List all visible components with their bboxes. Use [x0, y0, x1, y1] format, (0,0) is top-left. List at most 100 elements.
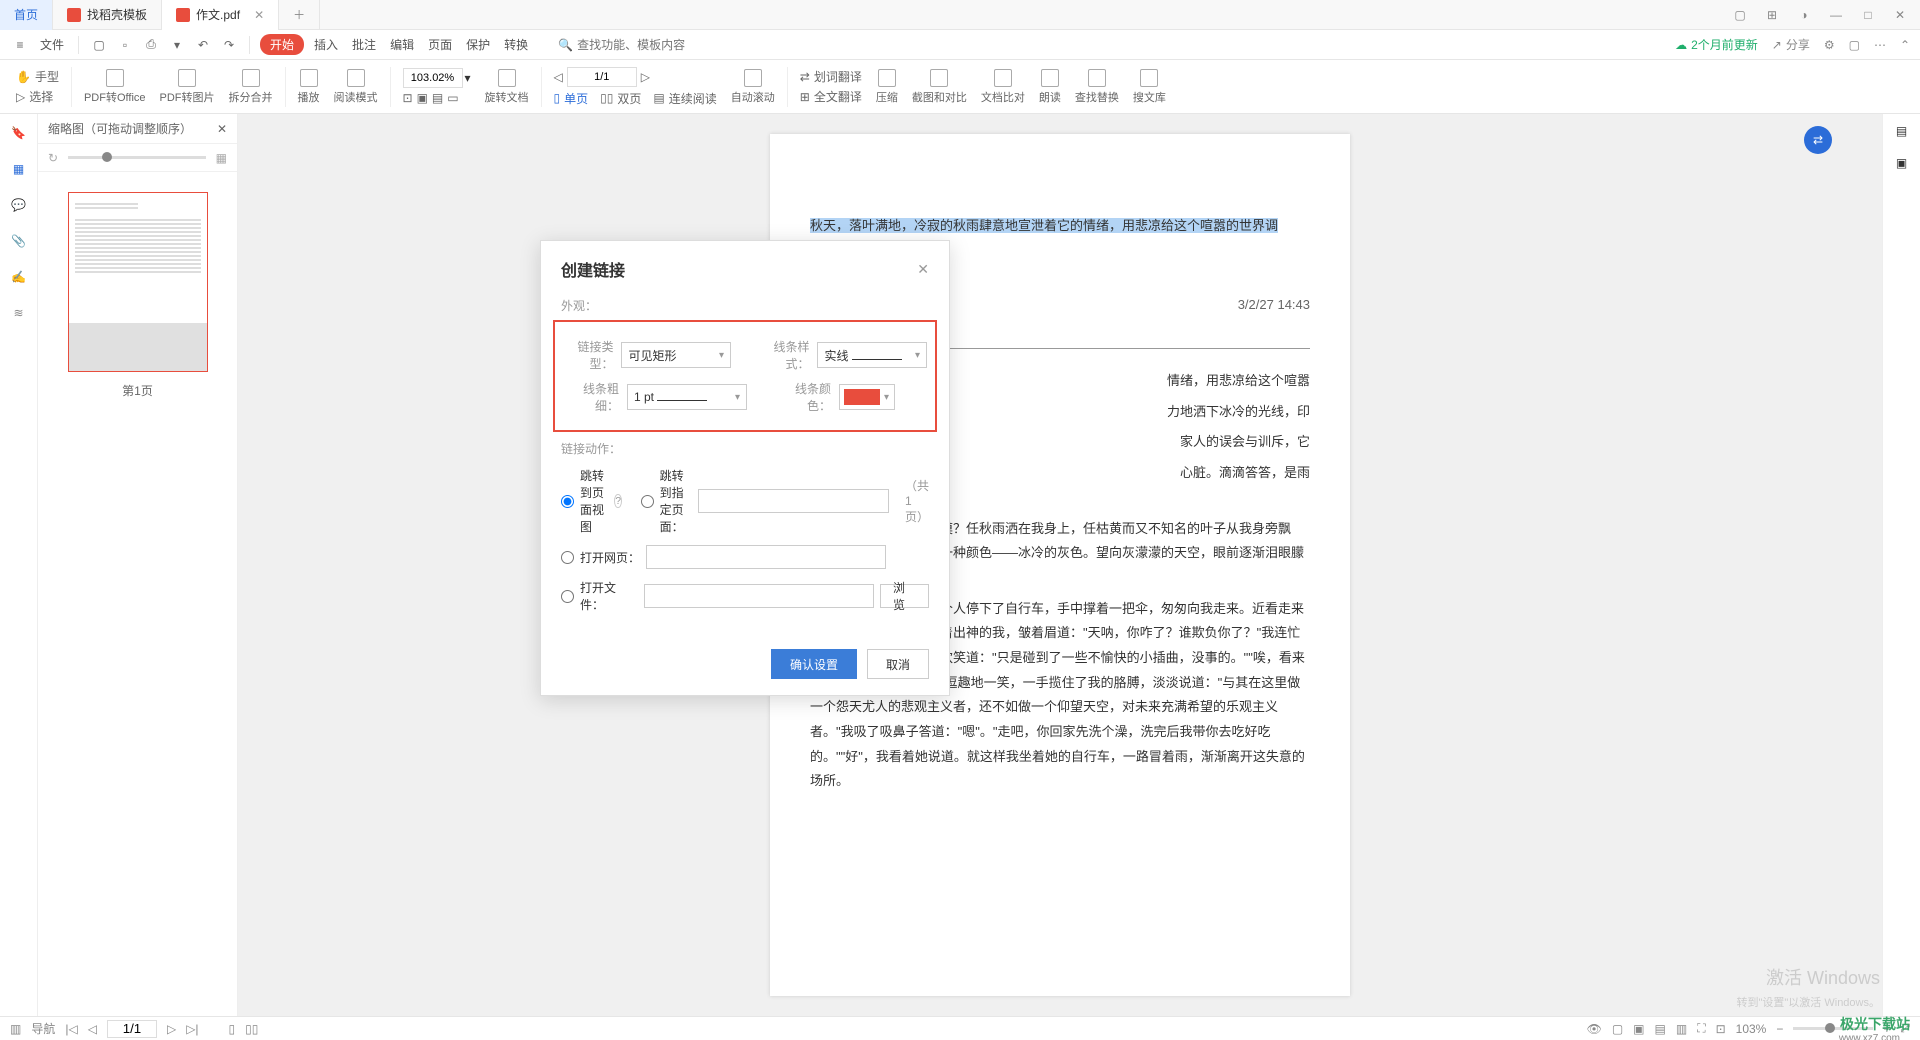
update-status[interactable]: ☁2个月前更新 — [1675, 36, 1758, 53]
print-dropdown-icon[interactable]: ▾ — [167, 38, 187, 52]
tool-split[interactable]: 拆分合并 — [223, 69, 279, 105]
selected-text[interactable]: 秋天，落叶满地，冷寂的秋雨肆意地宣泄着它的情绪，用悲凉给这个喧嚣的世界调 — [810, 218, 1278, 233]
radio-goto-page[interactable] — [641, 495, 654, 508]
chevron-down-icon[interactable]: ▾ — [465, 71, 471, 85]
menu-insert[interactable]: 插入 — [310, 36, 342, 53]
gear-icon[interactable]: ⚙ — [1824, 38, 1835, 52]
tool-pdf2img[interactable]: PDF转图片 — [154, 69, 221, 105]
right-tool-2-icon[interactable]: ▣ — [1896, 156, 1907, 170]
next-page-icon[interactable]: ▷ — [167, 1022, 176, 1036]
menu-annotate[interactable]: 批注 — [348, 36, 380, 53]
tab-home[interactable]: 首页 — [0, 0, 53, 30]
prev-page-icon[interactable]: ◁ — [554, 70, 563, 84]
tool-compress[interactable]: 压缩 — [870, 69, 904, 105]
user-icon[interactable]: ◑ — [1794, 8, 1814, 22]
search-input[interactable] — [577, 38, 717, 52]
zoom-out-icon[interactable]: − — [1776, 1022, 1783, 1036]
menu-convert[interactable]: 转换 — [500, 36, 532, 53]
radio-open-file[interactable] — [561, 590, 574, 603]
tab-document[interactable]: 作文.pdf ✕ — [162, 0, 279, 30]
minimize-icon[interactable]: — — [1826, 8, 1846, 22]
tool-fulltrans[interactable]: ⊞全文翻译 — [800, 88, 862, 105]
cancel-button[interactable]: 取消 — [867, 649, 929, 679]
single-page-icon[interactable]: ▯ — [554, 91, 561, 105]
tab-new[interactable]: ＋ — [279, 0, 320, 30]
view-mode-3-icon[interactable]: ▤ — [1655, 1022, 1666, 1036]
tool-findreplace[interactable]: 查找替换 — [1069, 69, 1125, 105]
panel-close-icon[interactable]: ✕ — [217, 122, 227, 136]
tool-readmode[interactable]: 阅读模式 — [328, 69, 384, 105]
fit-width-icon[interactable]: ⊡ — [403, 91, 413, 105]
maximize-icon[interactable]: □ — [1858, 8, 1878, 22]
zoom-input[interactable] — [403, 68, 463, 88]
last-page-icon[interactable]: ▷| — [186, 1022, 198, 1036]
menu-protect[interactable]: 保护 — [462, 36, 494, 53]
page-indicator[interactable] — [107, 1020, 157, 1038]
tool-pdf2office[interactable]: PDF转Office — [78, 69, 152, 105]
line-width-combo[interactable]: 1 pt ▾ — [627, 384, 747, 410]
close-icon[interactable]: ✕ — [254, 8, 264, 22]
float-translate-icon[interactable]: ⇄ — [1804, 126, 1832, 154]
help-icon[interactable]: ? — [614, 494, 622, 508]
next-page-icon[interactable]: ▷ — [641, 70, 650, 84]
right-tool-1-icon[interactable]: ▤ — [1896, 124, 1907, 138]
fullscreen-icon[interactable]: ⛶ — [1697, 1021, 1705, 1036]
browse-button[interactable]: 浏览 — [880, 584, 929, 608]
tool-rotate[interactable]: 旋转文档 — [479, 69, 535, 105]
undo-icon[interactable]: ↶ — [193, 38, 213, 52]
fit-page-icon[interactable]: ▣ — [417, 91, 428, 105]
open-url-input[interactable] — [646, 545, 886, 569]
comment-icon[interactable]: 💬 — [10, 196, 28, 214]
share-button[interactable]: ↗分享 — [1772, 36, 1810, 53]
confirm-button[interactable]: 确认设置 — [771, 649, 857, 679]
search-box[interactable]: 🔍 — [558, 38, 717, 52]
tool-library[interactable]: 搜文库 — [1127, 69, 1172, 105]
save-icon[interactable]: ▫ — [115, 38, 135, 52]
line-color-swatch[interactable]: ▾ — [839, 384, 895, 410]
fit-icon[interactable]: ⊡ — [1716, 1022, 1726, 1036]
tool-hand[interactable]: ✋手型 — [16, 68, 59, 85]
page-thumbnail-1[interactable] — [68, 192, 208, 372]
view-mode-1-icon[interactable]: ▢ — [1612, 1022, 1623, 1036]
first-page-icon[interactable]: |◁ — [65, 1022, 77, 1036]
print-icon[interactable]: ⎙ — [141, 37, 161, 52]
goto-page-input[interactable] — [698, 489, 889, 513]
bookmark-icon[interactable]: 🔖 — [10, 124, 28, 142]
tool-textcmp[interactable]: 文档比对 — [975, 69, 1031, 105]
zoom-control[interactable]: ▾ — [403, 68, 471, 88]
thumb-size-slider[interactable] — [68, 156, 206, 159]
window-close-icon[interactable]: ✕ — [1890, 8, 1910, 22]
document-area[interactable]: 秋天，落叶满地，冷寂的秋雨肆意地宣泄着它的情绪，用悲凉给这个喧嚣的世界调 色 3… — [238, 114, 1882, 1016]
redo-icon[interactable]: ↷ — [219, 38, 239, 52]
more-icon[interactable]: ⋯ — [1874, 38, 1886, 52]
menu-start[interactable]: 开始 — [260, 34, 304, 55]
attachment-icon[interactable]: 📎 — [10, 232, 28, 250]
crop-icon[interactable]: ▤ — [432, 91, 443, 105]
eye-icon[interactable]: 👁 — [1587, 1022, 1602, 1036]
open-file-input[interactable] — [644, 584, 875, 608]
radio-goto-view[interactable] — [561, 495, 574, 508]
hamburger-icon[interactable]: ≡ — [10, 38, 30, 52]
view-mode-2-icon[interactable]: ▣ — [1633, 1022, 1644, 1036]
tool-wordtrans[interactable]: ⇄划词翻译 — [800, 68, 862, 85]
link-type-combo[interactable]: 可见矩形▾ — [621, 342, 731, 368]
tool-select[interactable]: ▷选择 — [16, 88, 59, 105]
feedback-icon[interactable]: ▢ — [1849, 38, 1860, 52]
dialog-close-icon[interactable]: ✕ — [917, 261, 929, 278]
line-style-combo[interactable]: 实线 ▾ — [817, 342, 927, 368]
thumb-rotate-icon[interactable]: ↻ — [48, 151, 58, 165]
tab-templates[interactable]: 找稻壳模板 — [53, 0, 162, 30]
double-page-icon[interactable]: ▯▯ — [600, 91, 613, 105]
page-input[interactable] — [567, 67, 637, 87]
tool-autoscroll[interactable]: 自动滚动 — [725, 69, 781, 105]
sign-icon[interactable]: ✍ — [10, 268, 28, 286]
collapse-icon[interactable]: ⌃ — [1900, 38, 1910, 52]
layers-icon[interactable]: ≋ — [10, 304, 28, 322]
radio-open-url[interactable] — [561, 551, 574, 564]
sidebar-toggle-icon[interactable]: ▥ — [10, 1022, 21, 1036]
thumbs-icon[interactable]: ▦ — [10, 160, 28, 178]
tool-play[interactable]: 播放 — [292, 69, 326, 105]
menu-page[interactable]: 页面 — [424, 36, 456, 53]
tool-screenshot[interactable]: 截图和对比 — [906, 69, 973, 105]
tool-read[interactable]: 朗读 — [1033, 69, 1067, 105]
